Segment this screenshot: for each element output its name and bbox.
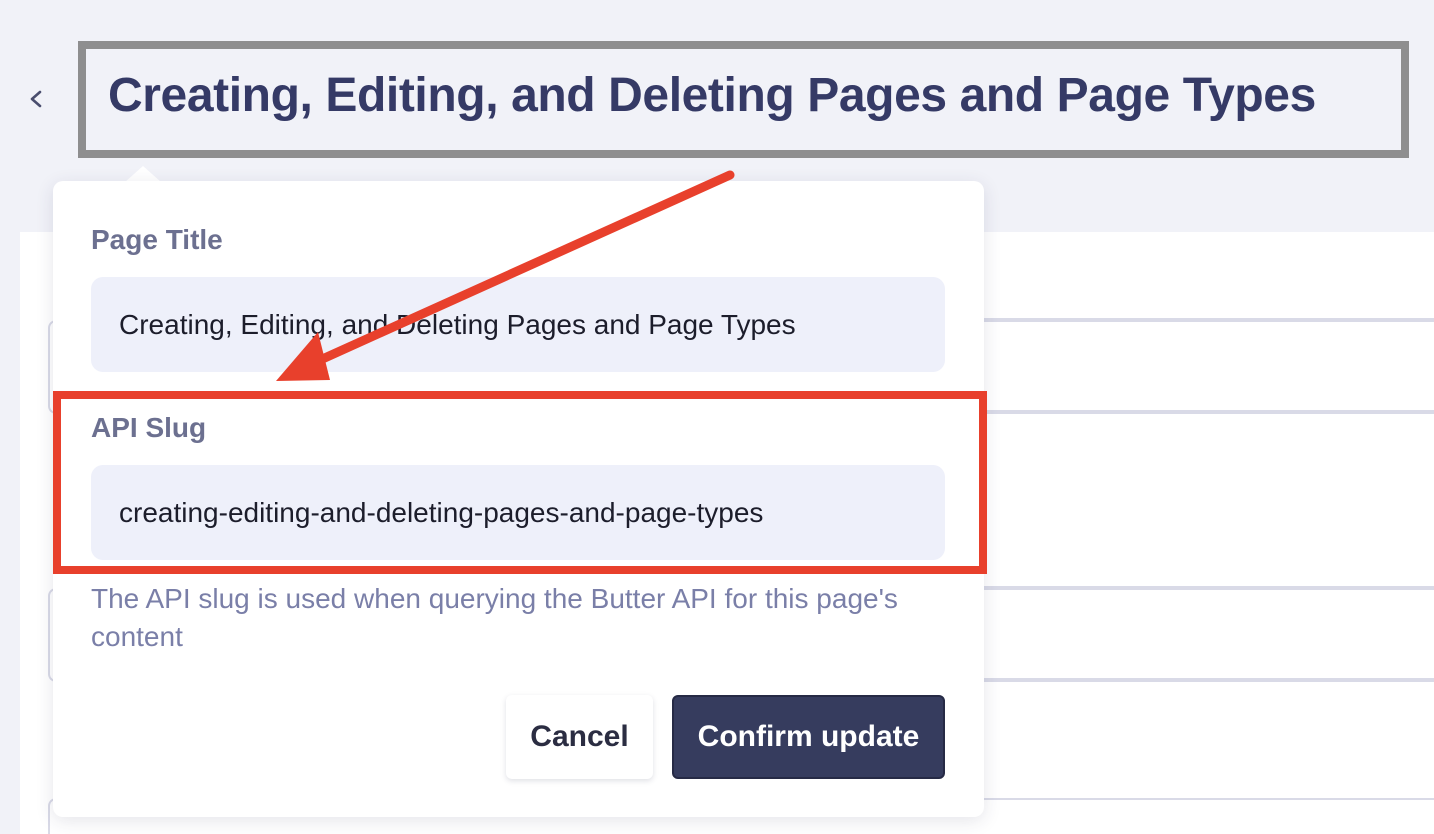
chevron-left-icon[interactable] — [26, 84, 48, 114]
confirm-update-button[interactable]: Confirm update — [672, 695, 945, 779]
page-title[interactable]: Creating, Editing, and Deleting Pages an… — [108, 68, 1398, 123]
api-slug-help-text: The API slug is used when querying the B… — [91, 583, 898, 652]
api-slug-highlight-box — [53, 391, 987, 574]
popover-caret — [125, 166, 161, 182]
editor-divider — [984, 586, 1434, 588]
editor-divider — [984, 410, 1434, 412]
editor-divider — [984, 678, 1434, 680]
editor-divider — [984, 318, 1434, 320]
cancel-button[interactable]: Cancel — [506, 695, 653, 779]
page-title-label: Page Title — [91, 224, 223, 255]
app-window: Creating, Editing, and Deleting Pages an… — [0, 0, 1434, 834]
page-title-input[interactable] — [91, 277, 945, 372]
